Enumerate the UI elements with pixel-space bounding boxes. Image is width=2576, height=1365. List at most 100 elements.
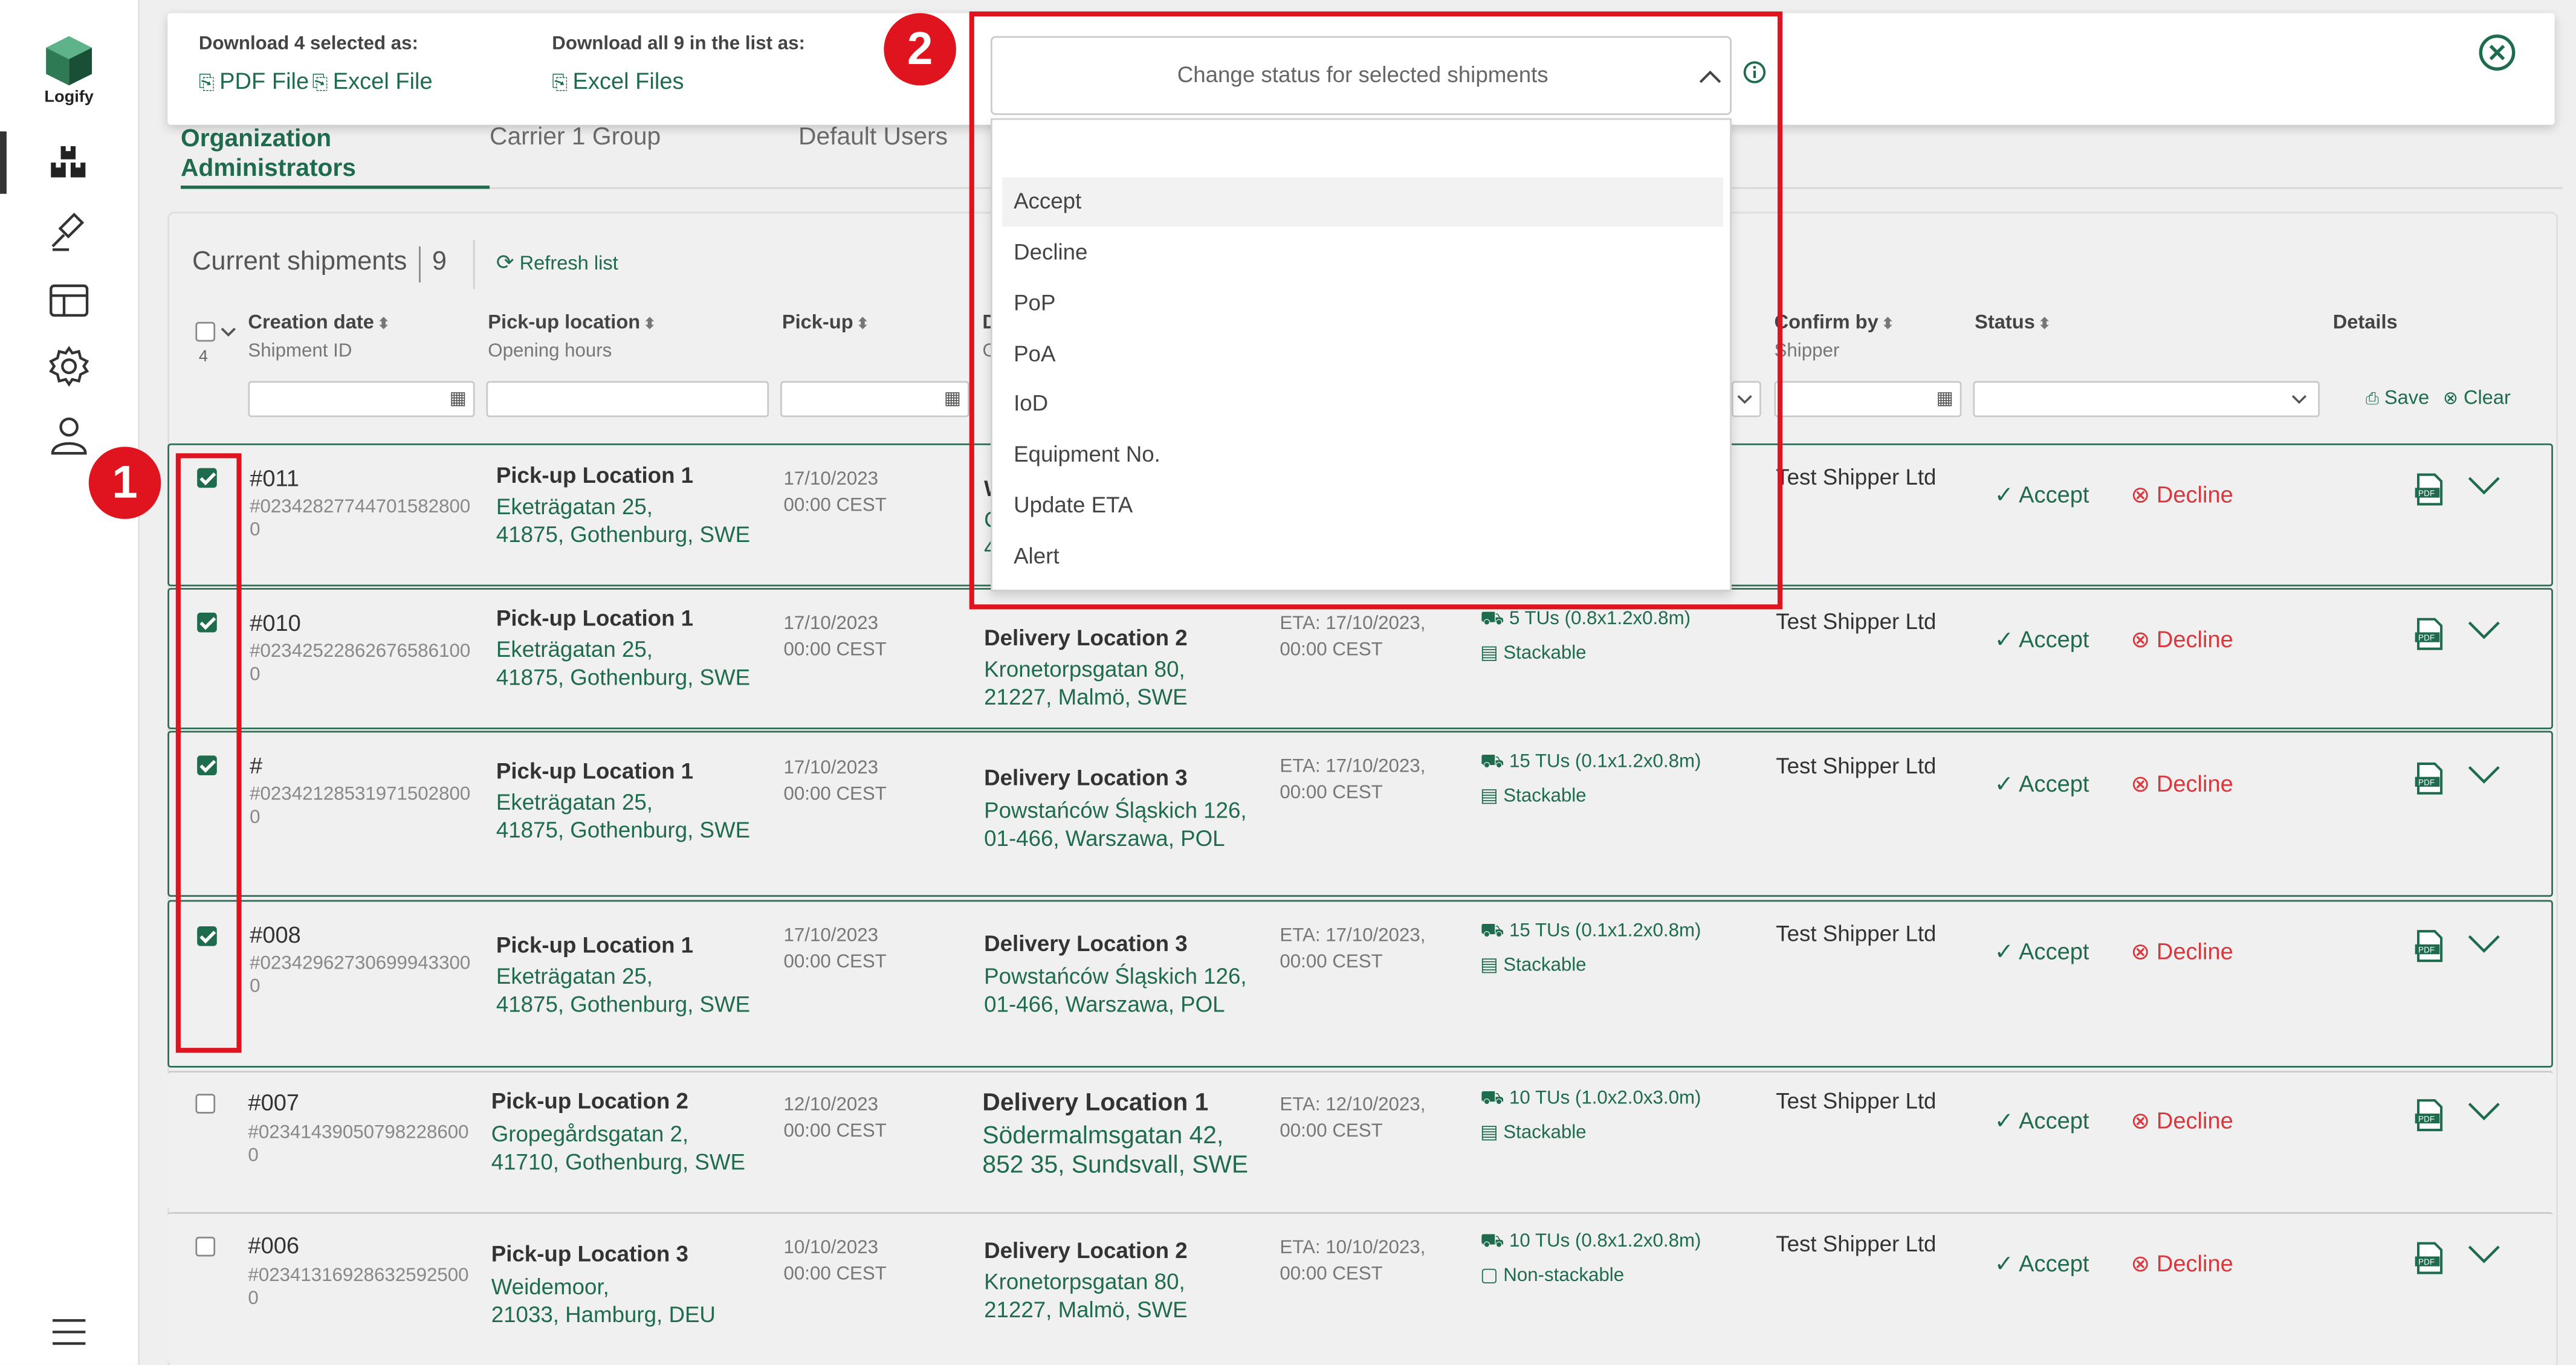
accept-label: Accept [2019, 481, 2089, 508]
tab-carrier-1-group[interactable]: Carrier 1 Group [490, 123, 661, 151]
svg-text:PDF: PDF [2418, 633, 2435, 642]
accept-button[interactable]: ✓ Accept [1995, 1107, 2089, 1135]
decline-button[interactable]: ⊗ Decline [2131, 938, 2233, 966]
delivery-address-line1: Kronetorpsgatan 80, [984, 657, 1185, 682]
transport-units: ⛟ 15 TUs (0.1x1.2x0.8m) ▤ Stackable [1480, 915, 1701, 984]
stack-text: Stackable [1503, 644, 1587, 664]
tu-text: 15 TUs (0.1x1.2x0.8m) [1509, 921, 1701, 941]
download-all-title: Download all 9 in the list as: [552, 34, 805, 54]
accept-button[interactable]: ✓ Accept [1995, 626, 2089, 654]
download-selected-title: Download 4 selected as: [198, 34, 418, 54]
expand-row-chevron-icon[interactable] [2468, 621, 2500, 641]
tab-label-line1: Organization [180, 124, 332, 153]
col-confirm-by[interactable]: Confirm by ⬍ [1775, 311, 1894, 334]
col-creation-date[interactable]: Creation date ⬍ [248, 311, 389, 334]
calendar-icon: ▦ [1936, 389, 1953, 409]
accept-label: Accept [2019, 625, 2089, 653]
pdf-download-icon[interactable]: PDF [2415, 1242, 2445, 1274]
accept-button[interactable]: ✓ Accept [1995, 1250, 2089, 1277]
pdf-download-icon[interactable]: PDF [2415, 929, 2445, 963]
col-pickup-location[interactable]: Pick-up location ⬍ [488, 311, 656, 334]
col-pickup[interactable]: Pick-up ⬍ [782, 311, 869, 334]
check-icon: ✓ [1994, 625, 2014, 653]
expand-row-chevron-icon[interactable] [2468, 1245, 2500, 1265]
confirm-by-filter[interactable]: ▦ [1774, 381, 1962, 418]
stack-text: Stackable [1503, 786, 1587, 807]
delivery-address-line1: Powstańców Śląskich 126, [984, 798, 1247, 823]
eta-date: ETA: 17/10/2023, [1280, 926, 1426, 946]
accept-label: Accept [2019, 938, 2089, 964]
delivery-address: Kronetorpsgatan 80, 21227, Malmö, SWE [984, 656, 1188, 711]
stack-icon: ▤ [1480, 1123, 1498, 1143]
check-icon: ✓ [1994, 1250, 2014, 1276]
list-title: Current shipments [192, 248, 407, 276]
decline-button[interactable]: ⊗ Decline [2131, 770, 2233, 798]
x-circle-icon: ⊗ [2131, 625, 2150, 653]
status-filter[interactable] [1973, 381, 2320, 418]
sort-icon: ⬍ [643, 315, 656, 332]
save-filters-button[interactable]: ⎙ Save [2366, 386, 2429, 409]
user-profile-icon[interactable] [48, 414, 91, 457]
delivery-address-line2: 852 35, Sundsvall, SWE [982, 1151, 1249, 1179]
calendar-icon: ▦ [449, 389, 467, 409]
svg-text:PDF: PDF [2418, 946, 2435, 955]
eta-time: 00:00 CEST [1280, 1264, 1383, 1285]
accept-button[interactable]: ✓ Accept [1995, 938, 2089, 966]
expand-row-chevron-icon[interactable] [2468, 935, 2500, 955]
download-all-excel-button[interactable]: ⎘ Excel Files [552, 67, 684, 95]
pickup-location-filter[interactable] [486, 381, 769, 418]
row-checkbox[interactable] [195, 1236, 216, 1257]
download-pdf-button[interactable]: ⎘ PDF File [199, 67, 309, 95]
download-excel-button[interactable]: ⎘ Excel File [312, 67, 432, 95]
pdf-download-icon[interactable]: PDF [2415, 1099, 2445, 1132]
expand-row-chevron-icon[interactable] [2468, 476, 2500, 496]
toolbar-divider [473, 239, 475, 289]
decline-button[interactable]: ⊗ Decline [2131, 1107, 2233, 1135]
annotation-box-status [969, 11, 1783, 610]
accept-button[interactable]: ✓ Accept [1995, 481, 2089, 509]
row-checkbox[interactable] [195, 1094, 216, 1114]
pdf-download-icon[interactable]: PDF [2415, 618, 2445, 650]
auction-gavel-icon[interactable] [48, 210, 91, 253]
decline-button[interactable]: ⊗ Decline [2131, 626, 2233, 654]
tab-default-users[interactable]: Default Users [798, 123, 948, 151]
truck-units-icon: ⛟ [1480, 1089, 1504, 1109]
delivery-address-line1: Södermalmsgatan 42, [982, 1121, 1224, 1150]
shipment-number: #008 [250, 921, 301, 948]
layout-table-icon[interactable] [48, 279, 91, 322]
truck-units-icon: ⛟ [1480, 1231, 1504, 1252]
expand-row-chevron-icon[interactable] [2468, 766, 2500, 786]
accept-button[interactable]: ✓ Accept [1995, 770, 2089, 798]
transport-units: ⛟ 5 TUs (0.8x1.2x0.8m) ▤ Stackable [1480, 603, 1691, 672]
col-status[interactable]: Status ⬍ [1975, 311, 2051, 334]
shipper-name: Test Shipper Ltd [1776, 1231, 1937, 1257]
clear-filters-button[interactable]: ⊗ Clear [2443, 386, 2511, 409]
pickup-date: 17/10/2023 [783, 926, 878, 946]
decline-label: Decline [2156, 625, 2233, 653]
pdf-download-icon[interactable]: PDF [2415, 762, 2445, 795]
decline-button[interactable]: ⊗ Decline [2131, 481, 2233, 509]
delivery-address-line1: Powstańców Śląskich 126, [984, 964, 1247, 989]
creation-date-filter[interactable]: ▦ [248, 381, 475, 418]
pickup-date: 10/10/2023 [783, 1238, 878, 1259]
tu-text: 10 TUs (0.8x1.2x0.8m) [1509, 1231, 1701, 1252]
settings-gear-icon[interactable] [48, 345, 91, 388]
expand-row-chevron-icon[interactable] [2468, 1102, 2500, 1122]
truck-units-icon: ⛟ [1480, 609, 1504, 630]
select-all-checkbox[interactable] [195, 321, 216, 342]
select-menu-chevron-icon[interactable] [220, 325, 236, 338]
delivery-address: Powstańców Śląskich 126, 01-466, Warszawa… [984, 963, 1246, 1018]
pickup-date-filter[interactable]: ▦ [780, 381, 969, 418]
refresh-list-button[interactable]: ⟳ Refresh list [496, 250, 618, 276]
tab-organization-administrators[interactable]: Organization Administrators [181, 125, 356, 184]
clear-label: Clear [2463, 386, 2511, 409]
shipment-number: #006 [248, 1231, 300, 1259]
transport-units: ⛟ 10 TUs (0.8x1.2x0.8m) ▢ Non-stackable [1480, 1225, 1701, 1294]
delivery-name: Delivery Location 3 [984, 931, 1188, 956]
hamburger-menu-icon[interactable] [48, 1311, 91, 1354]
shipments-boxes-icon[interactable] [48, 141, 91, 184]
pdf-download-icon[interactable]: PDF [2415, 473, 2445, 506]
decline-button[interactable]: ⊗ Decline [2131, 1250, 2233, 1277]
close-circle-icon[interactable] [2477, 33, 2517, 72]
pickup-time: 00:00 CEST [783, 952, 887, 973]
